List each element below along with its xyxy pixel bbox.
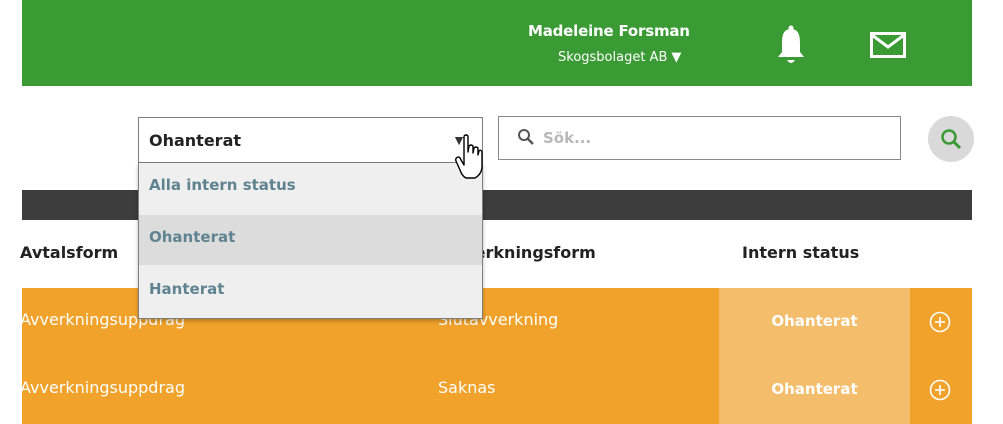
search-icon (518, 129, 534, 145)
mail-icon[interactable] (870, 32, 906, 63)
column-header-avtalsform[interactable]: Avtalsform (20, 243, 118, 262)
bell-icon[interactable] (777, 24, 805, 71)
user-name[interactable]: Madeleine Forsman (528, 22, 690, 40)
column-header-intern-status[interactable]: Intern status (742, 243, 859, 262)
dropdown-option-alla[interactable]: Alla intern status (139, 163, 482, 213)
search-input[interactable]: Sök... (498, 116, 901, 160)
chevron-down-icon: ▼ (671, 50, 682, 65)
dropdown-option-ohanterat[interactable]: Ohanterat (139, 215, 482, 265)
plus-circle-icon (929, 311, 951, 333)
cell-avverkningsform: Saknas (438, 378, 496, 397)
company-name: Skogsbolaget AB (558, 50, 668, 65)
expand-row-button[interactable] (910, 356, 972, 424)
cell-intern-status: Ohanterat (719, 288, 910, 356)
status-label: Ohanterat (771, 380, 858, 398)
plus-circle-icon (929, 379, 951, 401)
search-button[interactable] (928, 116, 974, 162)
hand-cursor-icon (455, 134, 483, 185)
search-icon (941, 129, 962, 150)
top-bar (22, 0, 972, 86)
status-label: Ohanterat (771, 312, 858, 330)
expand-row-button[interactable] (910, 288, 972, 356)
table-row[interactable]: Avverkningsuppdrag Saknas Ohanterat (20, 356, 972, 424)
status-dropdown-menu: Alla intern status Ohanterat Hanterat (138, 163, 483, 319)
cell-avtalsform: Avverkningsuppdrag (20, 378, 185, 397)
intern-status-select[interactable]: Ohanterat ▼ (138, 117, 483, 163)
select-value: Ohanterat (149, 131, 242, 150)
dropdown-option-hanterat[interactable]: Hanterat (139, 267, 482, 317)
cell-intern-status: Ohanterat (719, 356, 910, 424)
company-selector[interactable]: Skogsbolaget AB ▼ (558, 50, 681, 65)
search-placeholder: Sök... (543, 129, 592, 147)
